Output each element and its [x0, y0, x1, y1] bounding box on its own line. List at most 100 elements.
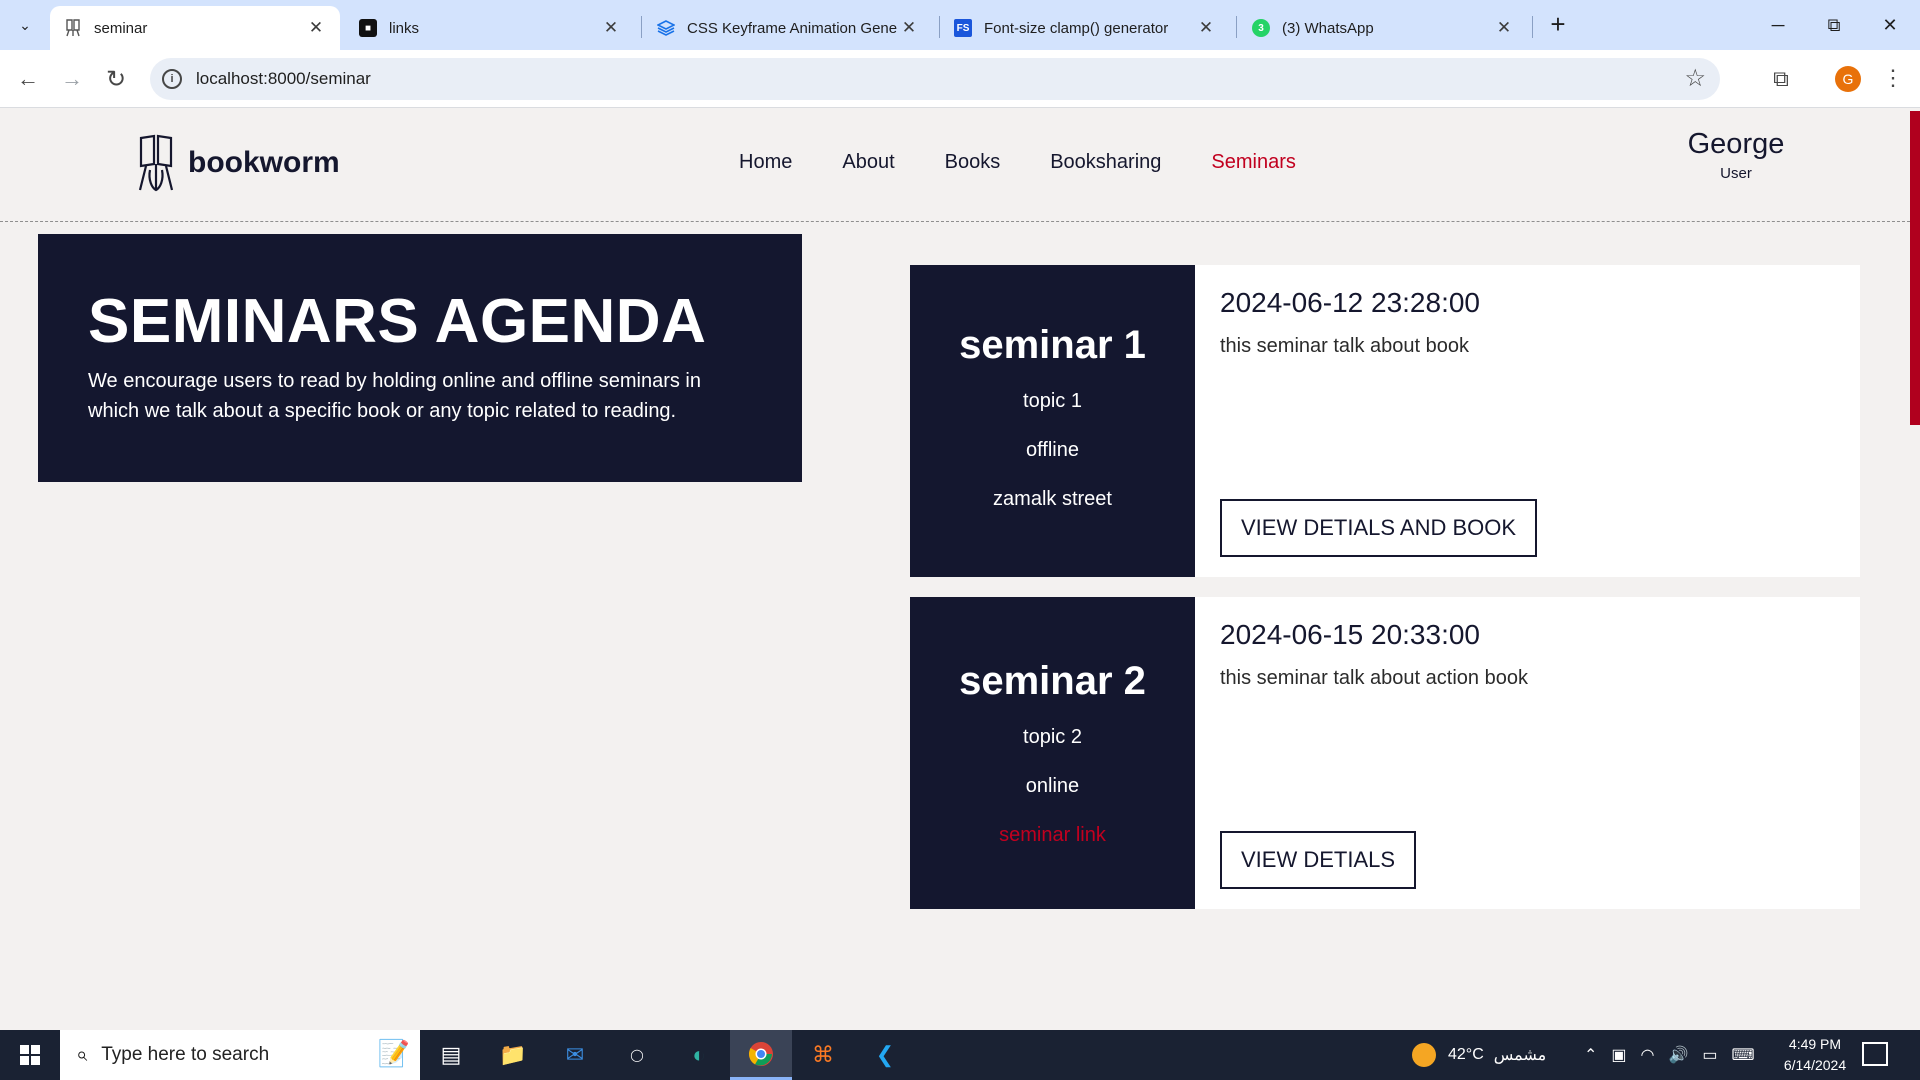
close-tab-icon[interactable]: ✕ [1196, 18, 1216, 38]
bookworm-logo-icon [138, 134, 174, 192]
search-icon: ⌕ [76, 1043, 88, 1066]
sun-icon [1412, 1043, 1436, 1067]
seminar-title: seminar 2 [959, 659, 1146, 703]
tab-whatsapp[interactable]: 3 (3) WhatsApp ✕ [1238, 6, 1528, 50]
show-hidden-icons-chevron-icon[interactable]: ⌃ [1584, 1045, 1597, 1065]
main-nav: Home About Books Booksharing Seminars [739, 151, 1346, 174]
seminar-location: zamalk street [993, 488, 1112, 510]
windows-logo-icon [20, 1045, 40, 1065]
tab-seminar[interactable]: seminar ✕ [50, 6, 340, 50]
clock-date: 6/14/2024 [1783, 1057, 1847, 1073]
seminar-topic: topic 2 [1023, 726, 1082, 748]
close-window-icon[interactable]: ✕ [1862, 0, 1918, 50]
user-name: George [1687, 128, 1785, 160]
seminars-agenda-banner: SEMINARS AGENDA We encourage users to re… [38, 234, 802, 482]
bookworm-favicon-icon [64, 19, 82, 37]
tab-separator [1532, 16, 1533, 38]
xampp-icon[interactable]: ⌘ [792, 1030, 854, 1080]
clock-time: 4:49 PM [1788, 1036, 1842, 1052]
taskbar-search-box[interactable]: ⌕ Type here to search 📝 [60, 1030, 420, 1080]
seminar-title: seminar 1 [959, 323, 1146, 367]
seminar-datetime: 2024-06-12 23:28:00 [1220, 287, 1480, 318]
tab-links[interactable]: ■ links ✕ [345, 6, 635, 50]
seminar-description: this seminar talk about book [1220, 335, 1470, 357]
close-tab-icon[interactable]: ✕ [1494, 18, 1514, 38]
site-header: bookworm Home About Books Booksharing Se… [0, 109, 1910, 222]
fs-icon: FS [954, 19, 972, 37]
reload-icon[interactable]: ↻ [100, 63, 132, 95]
view-details-button[interactable]: VIEW DETIALS [1220, 831, 1417, 889]
seminar-datetime: 2024-06-15 20:33:00 [1220, 619, 1480, 650]
whatsapp-icon: 3 [1252, 19, 1270, 37]
seminar-mode: online [1025, 775, 1080, 797]
mail-icon[interactable]: ✉ [544, 1030, 606, 1080]
tab-search-chevron-icon[interactable]: ⌄ [8, 8, 42, 42]
nav-booksharing[interactable]: Booksharing [1050, 151, 1161, 174]
browser-toolbar: ← → ↻ i localhost:8000/seminar ☆ [0, 50, 1920, 108]
task-view-icon[interactable]: ▤ [420, 1030, 482, 1080]
seminar-description: this seminar talk about action book [1220, 667, 1528, 689]
keyboard-icon[interactable]: ⌨ [1732, 1045, 1755, 1065]
seminar-card: seminar 1 topic 1 offline zamalk street … [910, 265, 1860, 577]
tab-separator [641, 16, 642, 38]
wifi-icon[interactable]: ◠ [1641, 1045, 1655, 1065]
chrome-icon[interactable] [730, 1030, 792, 1080]
extensions-puzzle-icon[interactable]: ⧉ [1765, 63, 1797, 95]
meet-now-icon[interactable]: ▣ [1611, 1045, 1626, 1065]
seminar-link[interactable]: seminar link [910, 824, 1195, 847]
user-role: User [1720, 165, 1752, 182]
new-tab-plus-icon[interactable]: + [1543, 10, 1573, 40]
system-tray: ⌃ ▣ ◠ 🔊 ▭ ⌨ [1584, 1030, 1755, 1080]
forward-arrow-icon[interactable]: → [56, 63, 88, 95]
seminar-card-details: 2024-06-12 23:28:00 this seminar talk ab… [1220, 287, 1840, 557]
tab-css-keyframe[interactable]: CSS Keyframe Animation Gene ✕ [643, 6, 933, 50]
restore-icon[interactable]: ⧉ [1806, 0, 1862, 50]
site-info-icon[interactable]: i [162, 69, 182, 89]
seminar-card-summary: seminar 2 topic 2 online seminar link [910, 597, 1195, 909]
nav-seminars[interactable]: Seminars [1211, 151, 1295, 174]
agenda-description: We encourage users to read by holding on… [88, 370, 701, 422]
start-button[interactable] [0, 1030, 60, 1080]
notion-icon: ■ [359, 19, 377, 37]
edge-browser-icon[interactable]: ◐ [668, 1030, 730, 1080]
vscode-icon[interactable]: ❮ [854, 1030, 916, 1080]
profile-avatar[interactable]: G [1835, 66, 1861, 92]
tab-label: seminar [94, 19, 148, 37]
close-tab-icon[interactable]: ✕ [601, 18, 621, 38]
tab-font-size-clamp[interactable]: FS Font-size clamp() generator ✕ [940, 6, 1230, 50]
bookmark-star-icon[interactable]: ☆ [1684, 64, 1706, 93]
search-placeholder: Type here to search [101, 1044, 270, 1065]
taskbar-clock[interactable]: 4:49 PM 6/14/2024 [1770, 1034, 1860, 1076]
tab-label: (3) WhatsApp [1282, 19, 1374, 37]
user-menu[interactable]: George User [1680, 128, 1792, 182]
url-text[interactable]: localhost:8000/seminar [196, 69, 371, 89]
back-arrow-icon[interactable]: ← [12, 63, 44, 95]
browser-menu-kebab-icon[interactable]: ⋮ [1882, 63, 1904, 95]
view-details-and-book-button[interactable]: VIEW DETIALS AND BOOK [1220, 499, 1538, 557]
nav-about[interactable]: About [842, 151, 894, 174]
logo-text: bookworm [188, 146, 340, 179]
page-viewport: bookworm Home About Books Booksharing Se… [0, 109, 1920, 1030]
weather-widget[interactable]: 42°C مشمس [1412, 1030, 1546, 1080]
volume-icon[interactable]: 🔊 [1669, 1045, 1689, 1065]
tab-label: Font-size clamp() generator [984, 19, 1169, 37]
page-scrollbar[interactable] [1910, 109, 1920, 1030]
site-logo[interactable]: bookworm [136, 134, 340, 192]
minimize-icon[interactable]: ─ [1750, 0, 1806, 50]
nav-home[interactable]: Home [739, 151, 792, 174]
close-tab-icon[interactable]: ✕ [899, 18, 919, 38]
close-tab-icon[interactable]: ✕ [306, 18, 326, 38]
dell-icon[interactable]: ◯ [606, 1030, 668, 1080]
tab-label: CSS Keyframe Animation Gene [687, 19, 898, 37]
file-explorer-icon[interactable]: 📁 [482, 1030, 544, 1080]
tab-separator [1236, 16, 1237, 38]
notifications-icon[interactable] [1862, 1042, 1888, 1066]
seminar-topic: topic 1 [1023, 390, 1082, 412]
battery-icon[interactable]: ▭ [1702, 1045, 1717, 1065]
scrollbar-thumb[interactable] [1910, 111, 1920, 425]
search-highlight-art-icon: 📝 [377, 1038, 410, 1068]
weather-temperature: 42°C [1448, 1046, 1484, 1063]
nav-books[interactable]: Books [945, 151, 1001, 174]
browser-tab-strip: ⌄ seminar ✕ ■ links ✕ CSS Keyframe Anima… [0, 0, 1920, 50]
address-bar[interactable]: i localhost:8000/seminar ☆ [150, 58, 1720, 100]
